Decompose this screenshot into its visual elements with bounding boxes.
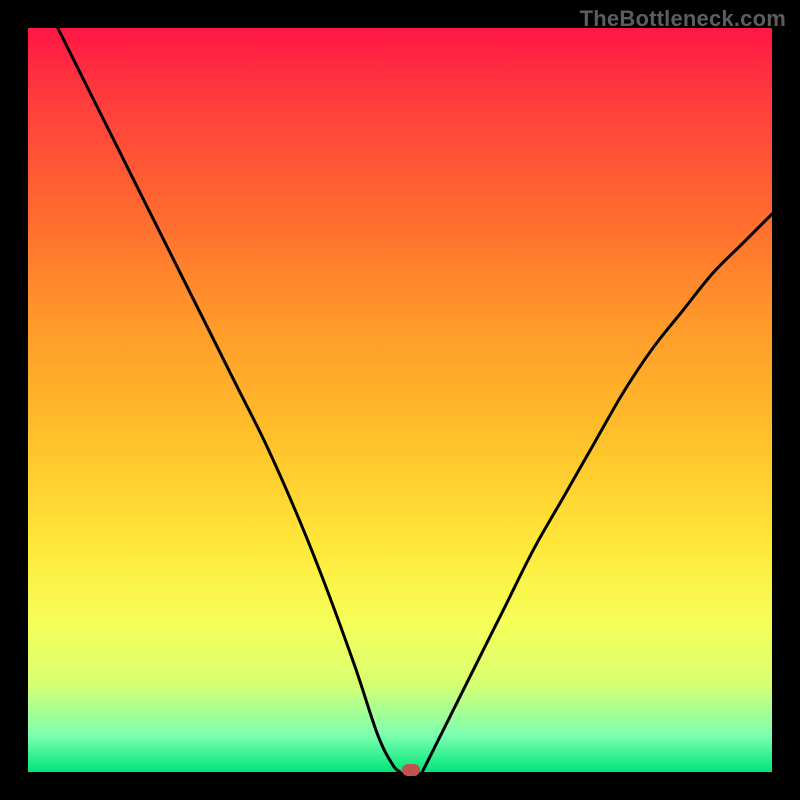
curve-left-branch <box>58 28 400 772</box>
plot-area <box>28 28 772 772</box>
bottleneck-curve <box>28 28 772 772</box>
watermark-text: TheBottleneck.com <box>580 6 786 32</box>
chart-frame: TheBottleneck.com <box>0 0 800 800</box>
optimal-point-marker <box>402 764 420 776</box>
curve-right-branch <box>422 214 772 772</box>
